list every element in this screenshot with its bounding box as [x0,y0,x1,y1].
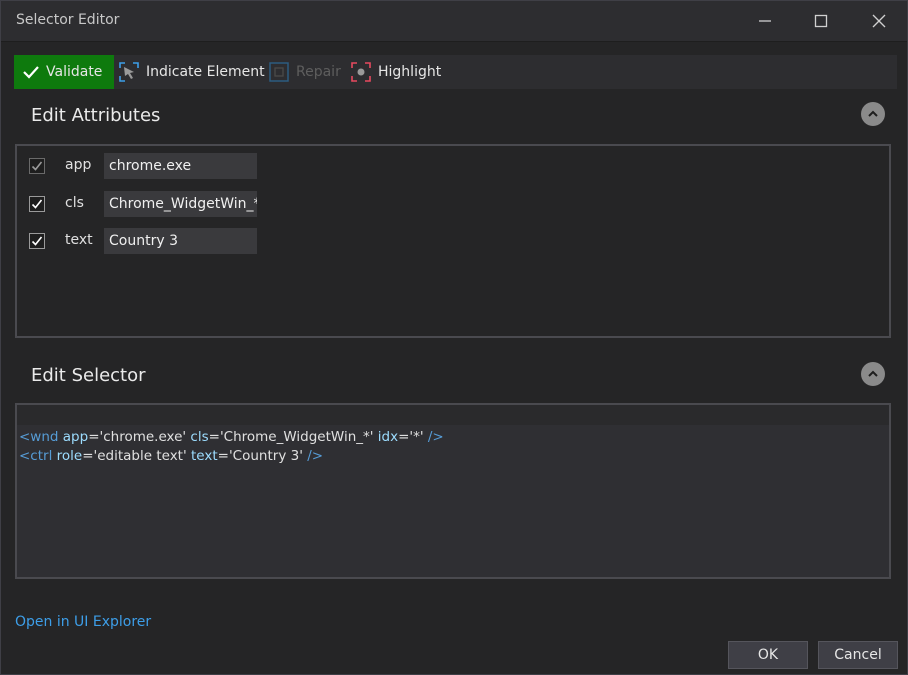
cancel-button[interactable]: Cancel [818,641,898,669]
selector-value: ='*' [398,429,424,445]
check-icon [31,199,43,209]
maximize-icon [814,14,828,28]
attribute-value-input[interactable]: Country 3 [104,228,257,254]
validate-button[interactable]: Validate [14,55,114,89]
collapse-attributes-button[interactable] [861,102,885,126]
attribute-value-input[interactable]: chrome.exe [104,153,257,179]
attribute-name: text [65,232,93,248]
attribute-value-input[interactable]: Chrome_WidgetWin_* [104,191,257,217]
selector-attr: role [56,448,83,464]
close-icon [872,14,886,28]
repair-icon [268,61,290,83]
attribute-checkbox-text[interactable] [29,233,45,249]
attribute-row: app chrome.exe [29,153,257,179]
validate-label: Validate [46,64,103,80]
window-title: Selector Editor [16,12,120,28]
selector-line-wnd: <wnd app='chrome.exe' cls='Chrome_Widget… [19,428,887,447]
selector-tag: /> [427,429,444,445]
selector-tag: <wnd [19,429,59,445]
selector-tag: <ctrl [19,448,53,464]
repair-label: Repair [296,64,341,80]
minimize-icon [759,20,771,22]
toolbar: Validate Indicate Element Repair Highlig… [14,55,897,89]
selector-panel: <wnd app='chrome.exe' cls='Chrome_Widget… [15,403,891,579]
selector-tag: /> [307,448,324,464]
selector-value: ='editable text' [82,448,187,464]
selector-attr: app [62,429,89,445]
cursor-target-icon [118,61,140,83]
maximize-button[interactable] [799,5,843,37]
collapse-selector-button[interactable] [861,362,885,386]
repair-button[interactable]: Repair [268,55,341,89]
chevron-up-icon [868,110,878,117]
selector-line-ctrl: <ctrl role='editable text' text='Country… [19,447,887,466]
indicate-element-label: Indicate Element [146,64,265,80]
attribute-name: app [65,157,92,173]
selector-editor-textarea[interactable]: <wnd app='chrome.exe' cls='Chrome_Widget… [17,425,889,577]
selector-attr: text [191,448,218,464]
check-icon [31,161,43,171]
edit-selector-title: Edit Selector [31,365,146,386]
close-button[interactable] [857,5,901,37]
selector-attr: cls [190,429,209,445]
edit-attributes-title: Edit Attributes [31,105,161,126]
check-icon [23,66,39,79]
selector-value: ='Chrome_WidgetWin_*' [208,429,374,445]
selector-value: ='chrome.exe' [88,429,187,445]
attribute-checkbox-app[interactable] [29,158,45,174]
attribute-checkbox-cls[interactable] [29,196,45,212]
attribute-row: text Country 3 [29,228,257,254]
attribute-name: cls [65,195,84,211]
indicate-element-button[interactable]: Indicate Element [118,55,265,89]
highlight-label: Highlight [378,64,442,80]
highlight-icon [350,61,372,83]
highlight-button[interactable]: Highlight [350,55,441,89]
selector-attr: idx [377,429,399,445]
check-icon [31,236,43,246]
minimize-button[interactable] [743,5,787,37]
selector-value: ='Country 3' [217,448,303,464]
open-in-ui-explorer-link[interactable]: Open in UI Explorer [15,614,151,630]
selector-editor-window: Selector Editor Validate Indicate Elemen… [0,0,908,675]
title-bar: Selector Editor [1,1,907,42]
attribute-row: cls Chrome_WidgetWin_* [29,191,257,217]
ok-button[interactable]: OK [728,641,808,669]
attributes-panel: app chrome.exe cls Chrome_WidgetWin_* te… [15,144,891,338]
chevron-up-icon [868,370,878,377]
